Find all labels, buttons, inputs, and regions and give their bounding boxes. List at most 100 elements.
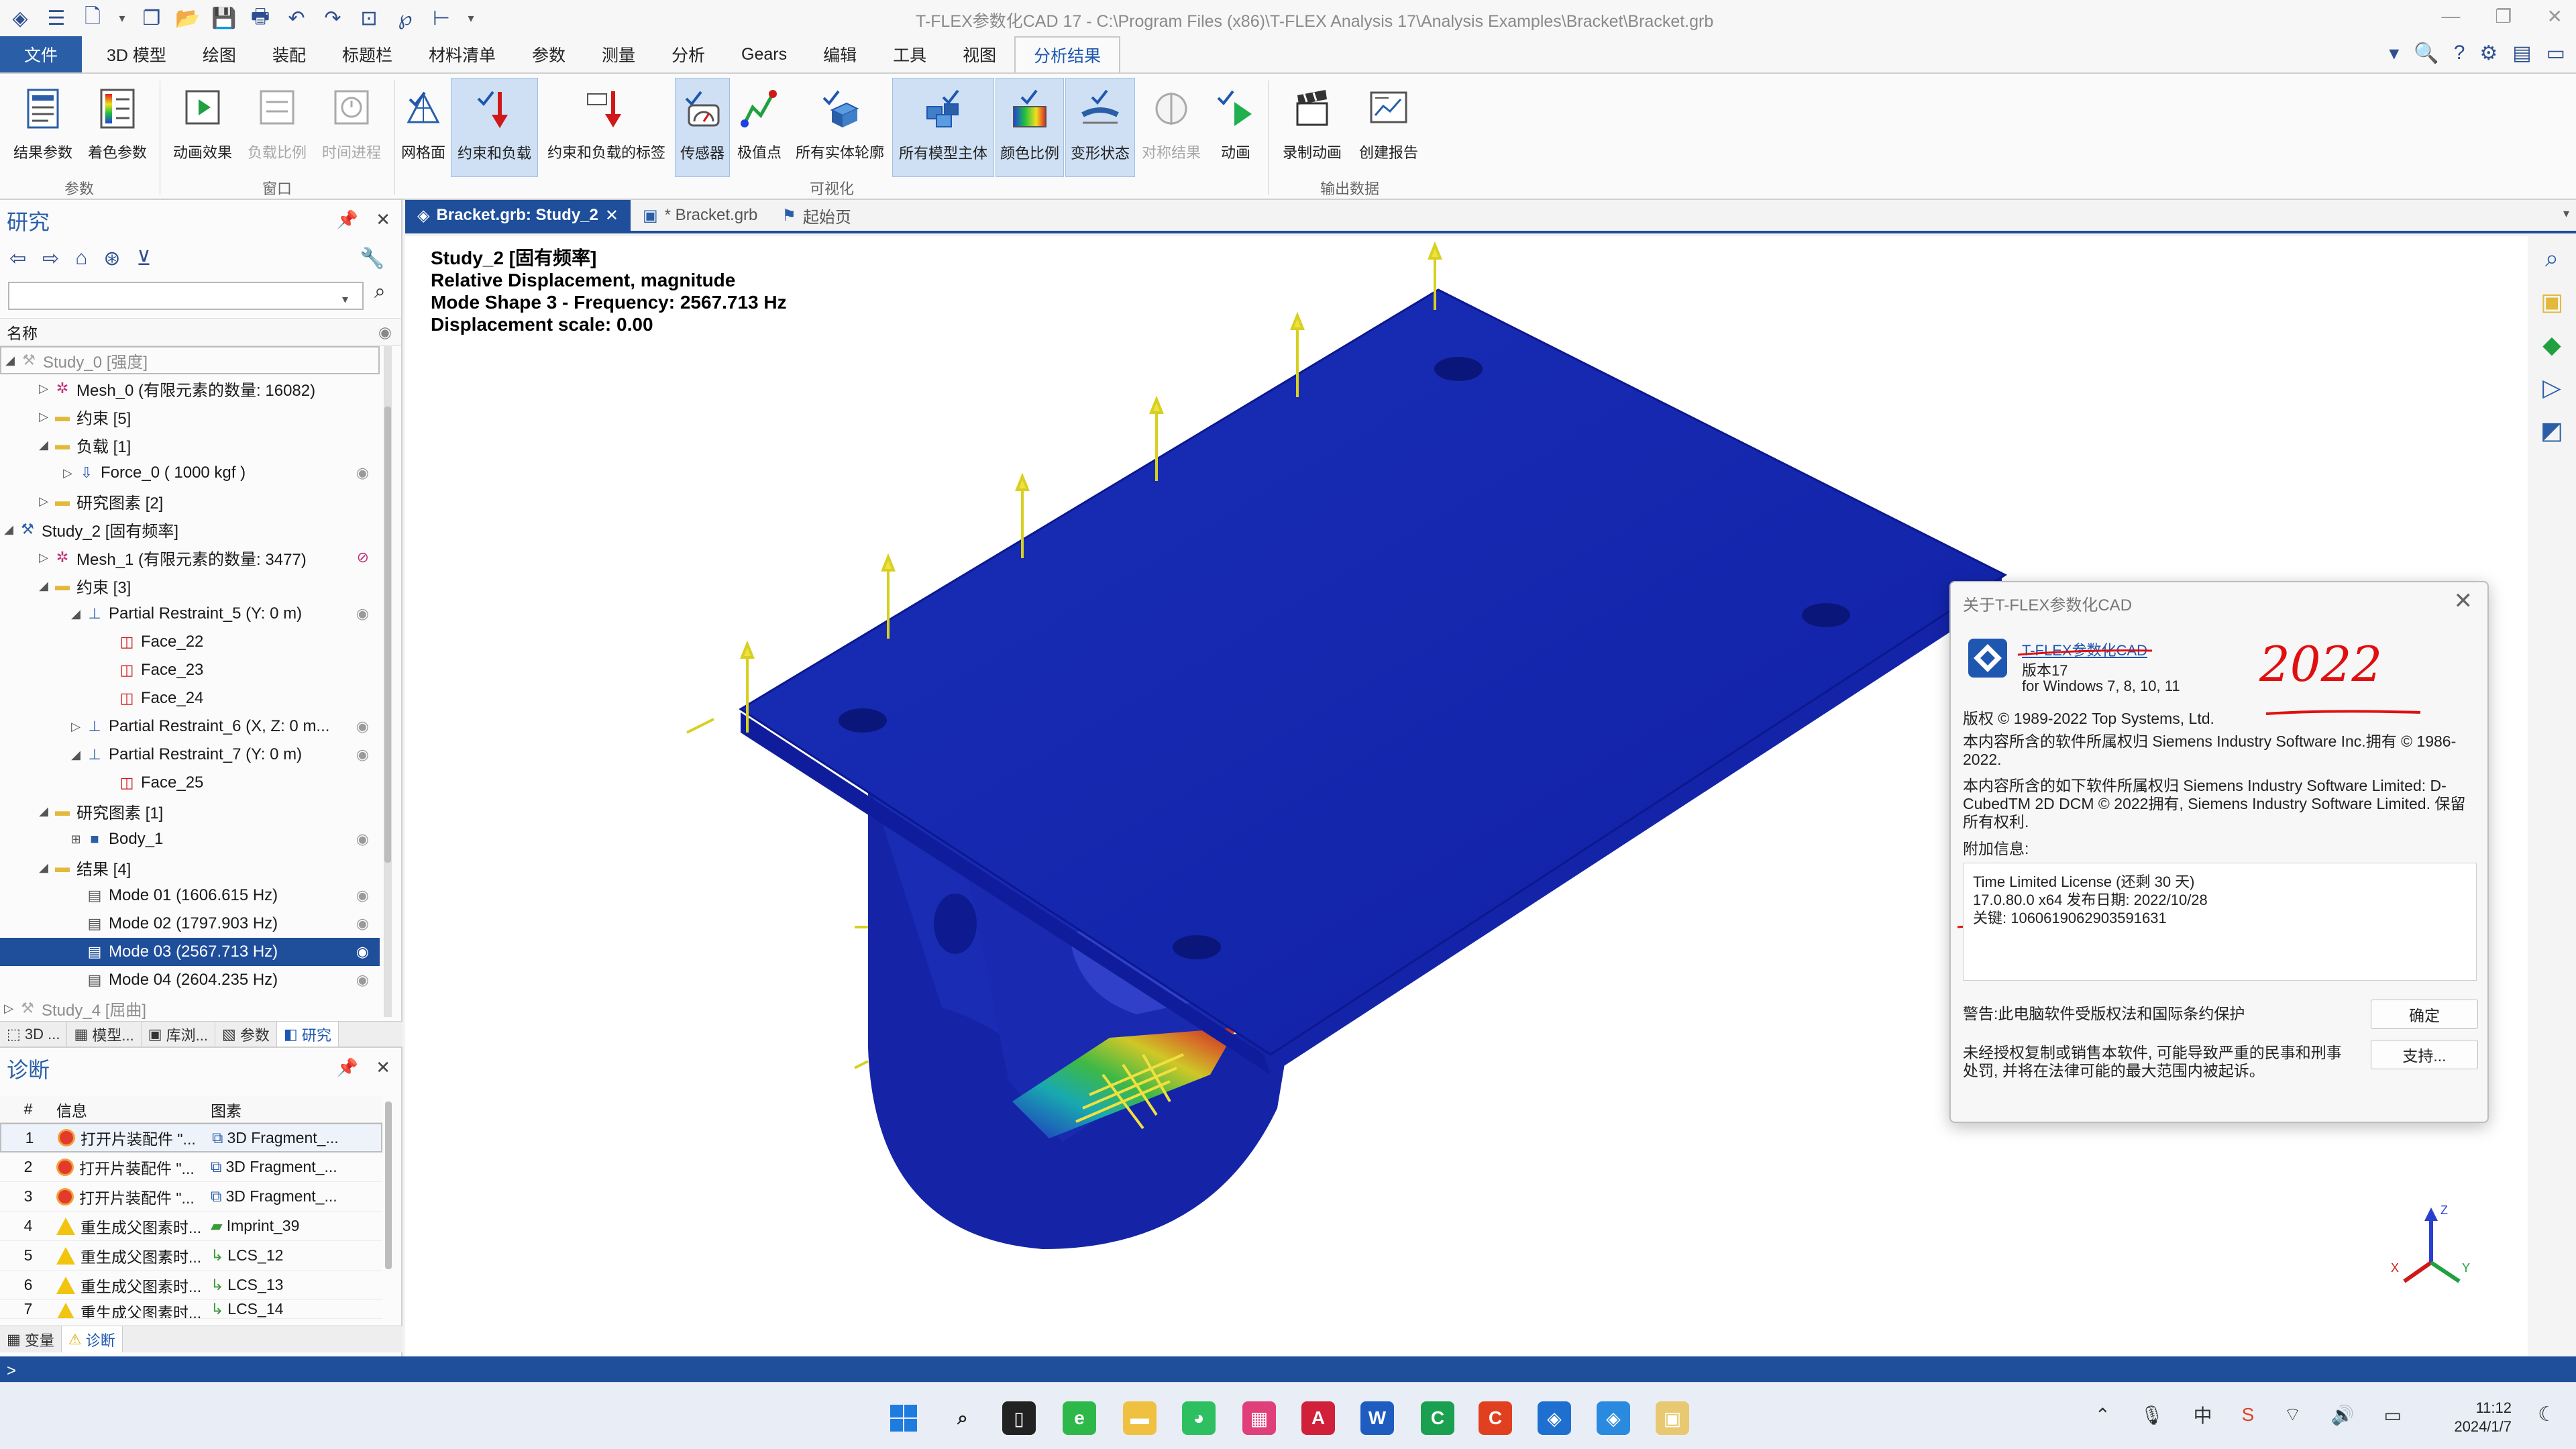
product-link[interactable]: T-FLEX参数化CAD (2022, 639, 2147, 660)
tree-item-results[interactable]: ◢ ▬ 结果 [4] (0, 853, 380, 881)
tools-icon[interactable]: 🔧 (360, 247, 384, 270)
open-folder-icon[interactable]: 📂 (174, 5, 201, 32)
tab-parameters[interactable]: 参数 (514, 36, 584, 72)
microphone-icon[interactable]: 🎙 (2140, 1404, 2164, 1426)
battery-icon[interactable]: ▭ (2384, 1404, 2402, 1426)
help-icon[interactable]: ? (2454, 42, 2465, 65)
print-icon[interactable]: 🖶 (247, 5, 274, 32)
tree-item-restraint-6[interactable]: ▷ ⊥ Partial Restraint_6 (X, Z: 0 m... ◉ (0, 712, 380, 741)
restraint-load-label-button[interactable]: 约束和负载的标签 (539, 78, 674, 177)
image-viewer-icon[interactable]: ▣ (1656, 1401, 1689, 1435)
back-arrow-icon[interactable]: ⇦ (9, 247, 26, 270)
browser-icon[interactable]: e (1063, 1401, 1096, 1435)
customize-qa-icon[interactable]: ▾ (464, 5, 478, 32)
tree-item-restraints[interactable]: ▷ ▬ 约束 [5] (0, 402, 380, 431)
tree-item-study-elements-1[interactable]: ◢ ▬ 研究图素 [1] (0, 797, 380, 825)
start-button[interactable] (887, 1401, 920, 1435)
study-scrollbar[interactable] (384, 346, 392, 1017)
expand-icon[interactable]: ▷ (35, 382, 52, 396)
tab-model[interactable]: ▦ 模型... (67, 1022, 142, 1046)
section-view-icon[interactable]: ◩ (2540, 417, 2563, 445)
tree-item-study-4[interactable]: ▷ ⚒ Study_4 [屈曲] (0, 994, 380, 1022)
symmetry-result-button[interactable]: 对称结果 (1136, 78, 1206, 177)
collapse-icon[interactable]: ◢ (67, 607, 85, 621)
tab-assembly[interactable]: 装配 (254, 36, 324, 72)
tab-3d[interactable]: ⬚ 3D ... (0, 1022, 68, 1046)
tree-item-restraints-3[interactable]: ◢ ▬ 约束 [3] (0, 572, 380, 600)
search-command-icon[interactable]: 🔍 (2414, 42, 2438, 65)
load-scale-button[interactable]: 负载比例 (240, 78, 314, 177)
tree-item-face-23[interactable]: ◫ Face_23 (0, 656, 380, 684)
home-icon[interactable]: ⌂ (75, 247, 87, 270)
model-body-button[interactable]: 所有模型主体 (892, 78, 994, 177)
doc-tab-start-page[interactable]: ⚑ 起始页 (769, 200, 863, 231)
tree-item-mode-03[interactable]: ▤ Mode 03 (2567.713 Hz) ◉ (0, 938, 380, 966)
hidden-eye-icon[interactable]: ⊘ (357, 549, 369, 566)
mesh-face-button[interactable]: 网格面 (397, 78, 449, 177)
panel-icon[interactable]: ▤ (2512, 42, 2531, 65)
create-report-button[interactable]: 创建报告 (1351, 78, 1426, 177)
expand-icon[interactable]: ⊞ (67, 833, 85, 847)
pin-icon[interactable]: 📌 (337, 1057, 358, 1078)
tree-item-mesh-1[interactable]: ▷ ✲ Mesh_1 (有限元素的数量: 3477) ⊘ (0, 543, 380, 572)
maximize-icon[interactable]: ❐ (2495, 5, 2512, 28)
tab-3d-model[interactable]: 3D 模型 (89, 36, 184, 72)
expand-icon[interactable]: ▷ (0, 1002, 17, 1016)
collapse-icon[interactable]: ◢ (35, 579, 52, 593)
expand-icon[interactable]: ▷ (35, 551, 52, 565)
cad-app-icon[interactable]: A (1301, 1401, 1335, 1435)
task-view-icon[interactable]: ▯ (1002, 1401, 1036, 1435)
expand-icon[interactable]: ▷ (35, 494, 52, 508)
study-search-input[interactable] (8, 282, 364, 310)
diagnostics-scrollbar[interactable] (385, 1102, 392, 1269)
visibility-eye-icon[interactable]: ◉ (356, 830, 369, 848)
collapse-icon[interactable]: ◢ (35, 804, 52, 818)
window-layout-icon[interactable]: ▭ (2546, 42, 2565, 65)
view-cube-icon[interactable]: ▣ (2540, 288, 2563, 316)
visibility-eye-icon[interactable]: ◉ (356, 605, 369, 623)
parameter-icon[interactable]: ℘ (392, 5, 419, 32)
tab-variables[interactable]: ▦ 变量 (0, 1326, 62, 1352)
tflex-app-icon[interactable]: ◈ (1538, 1401, 1571, 1435)
tflex-analysis-icon[interactable]: ◈ (1597, 1401, 1630, 1435)
tree-item-force-0[interactable]: ▷ ⇩ Force_0 ( 1000 kgf ) ◉ (0, 459, 380, 487)
tab-file[interactable]: 文件 (0, 36, 83, 72)
collapse-icon[interactable]: ⊻ (137, 247, 152, 270)
tab-view[interactable]: 视图 (945, 36, 1014, 72)
word-icon[interactable]: W (1360, 1401, 1394, 1435)
command-prompt[interactable]: > (7, 1362, 16, 1381)
restraint-load-button[interactable]: 约束和负载 (451, 78, 538, 177)
table-row[interactable]: 6 重生成父图素时... ↳ LCS_13 (0, 1271, 382, 1300)
minimize-icon[interactable]: — (2441, 5, 2460, 28)
system-clock[interactable]: 11:12 2024/1/7 (2454, 1399, 2512, 1436)
tree-item-body-1[interactable]: ⊞ ■ Body_1 ◉ (0, 825, 380, 853)
extreme-point-button[interactable]: 极值点 (731, 78, 788, 177)
search-dropdown-icon[interactable]: ▾ (342, 292, 348, 307)
collapse-icon[interactable]: ◢ (35, 438, 52, 452)
app-logo-icon[interactable]: ◈ (7, 5, 34, 32)
color-params-button[interactable]: 着色参数 (80, 78, 154, 177)
tab-analysis-results[interactable]: 分析结果 (1014, 36, 1121, 72)
solid-outline-button[interactable]: 所有实体轮廓 (789, 78, 891, 177)
tree-item-mode-04[interactable]: ▤ Mode 04 (2604.235 Hz) ◉ (0, 966, 380, 994)
new-file-icon[interactable]: 🗋 (79, 5, 106, 32)
tab-params[interactable]: ▧ 参数 (215, 1022, 277, 1046)
tree-item-face-22[interactable]: ◫ Face_22 (0, 628, 380, 656)
tab-drawing[interactable]: 绘图 (184, 36, 254, 72)
record-animation-button[interactable]: 录制动画 (1275, 78, 1350, 177)
properties-icon[interactable]: ⊡ (356, 5, 382, 32)
tab-edit[interactable]: 编辑 (805, 36, 875, 72)
tab-measure[interactable]: 测量 (584, 36, 653, 72)
close-tab-icon[interactable]: ✕ (605, 206, 619, 225)
expand-icon[interactable]: ◢ (1, 354, 19, 368)
color-scale-button[interactable]: 颜色比例 (996, 78, 1064, 177)
forward-arrow-icon[interactable]: ⇨ (42, 247, 59, 270)
tab-library[interactable]: ▣ 库浏... (142, 1022, 215, 1046)
dialog-close-icon[interactable]: ✕ (2454, 588, 2473, 614)
collapse-icon[interactable]: ◢ (35, 861, 52, 875)
tree-item-study-0[interactable]: ◢ ⚒ Study_0 [强度] (0, 346, 380, 374)
table-row[interactable]: 5 重生成父图素时... ↳ LCS_12 (0, 1241, 382, 1271)
visibility-eye-icon[interactable]: ◉ (356, 943, 369, 961)
collapse-icon[interactable]: ◢ (67, 748, 85, 762)
measure-icon[interactable]: ⊢ (428, 5, 455, 32)
